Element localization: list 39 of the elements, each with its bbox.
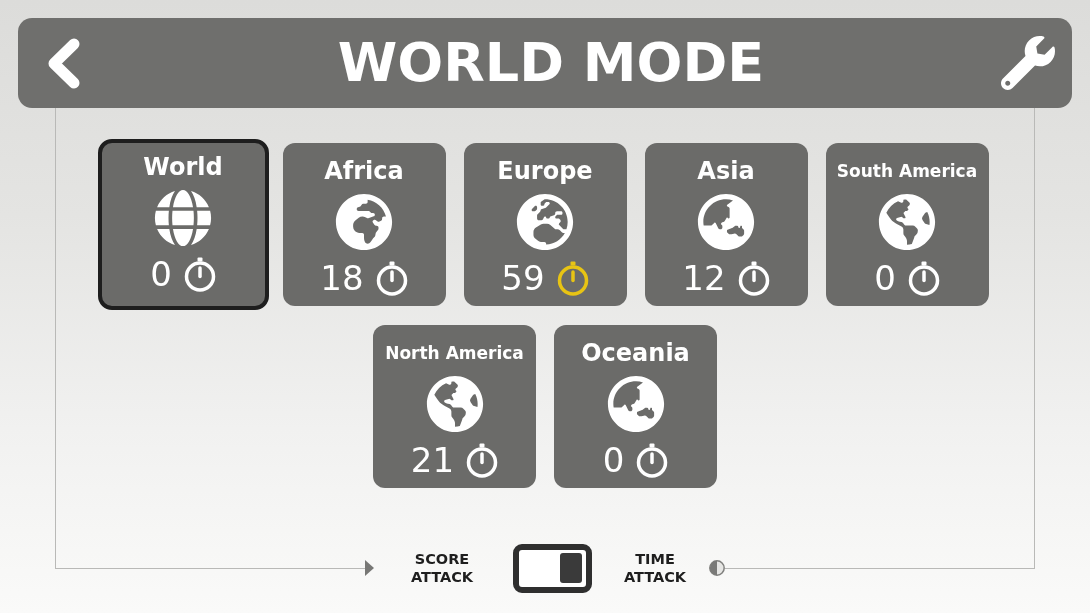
switch-knob[interactable] <box>560 553 582 583</box>
mode-label: TIME ATTACK <box>622 550 688 586</box>
region-card[interactable]: Asia 12 <box>644 143 808 306</box>
region-card[interactable]: World 0 <box>97 139 269 310</box>
region-name: Europe <box>497 157 593 185</box>
best-count: 0 <box>150 256 172 292</box>
globe-europe-icon <box>516 193 574 251</box>
settings-button[interactable] <box>1001 36 1055 90</box>
best-count: 59 <box>501 260 545 296</box>
triangle-icon <box>365 560 374 576</box>
half-filled-circle-icon <box>709 560 725 576</box>
region-card[interactable]: Africa 18 <box>282 143 446 306</box>
globe-americas-icon <box>878 193 936 251</box>
region-card[interactable]: Oceania 0 <box>554 325 717 488</box>
best-count: 21 <box>410 442 455 478</box>
globe-asia-icon <box>606 375 665 433</box>
region-name: South America <box>836 160 978 183</box>
best-count: 12 <box>682 260 726 296</box>
region-name: North America <box>385 342 524 365</box>
best-count: 0 <box>874 260 896 296</box>
region-name: Asia <box>697 157 755 185</box>
chevron-left-icon <box>47 37 81 89</box>
mode-switch[interactable] <box>513 543 592 593</box>
globe-grid-icon <box>154 189 212 247</box>
globe-africa-icon <box>335 193 393 251</box>
region-name: Africa <box>324 157 404 185</box>
mode-label: SCORE ATTACK <box>409 550 475 586</box>
back-button[interactable] <box>47 37 81 89</box>
region-card[interactable]: North America 21 <box>373 325 536 488</box>
region-card[interactable]: Europe 59 <box>463 143 627 306</box>
region-name: World <box>143 153 223 181</box>
region-card[interactable]: South America 0 <box>825 143 989 306</box>
best-count: 0 <box>602 442 625 478</box>
globe-asia-icon <box>697 193 755 251</box>
globe-americas-icon <box>425 375 484 433</box>
best-count: 18 <box>320 260 364 296</box>
wrench-icon <box>1001 36 1055 90</box>
screen-title: WORLD MODE <box>337 32 765 94</box>
region-name: Oceania <box>581 339 690 367</box>
